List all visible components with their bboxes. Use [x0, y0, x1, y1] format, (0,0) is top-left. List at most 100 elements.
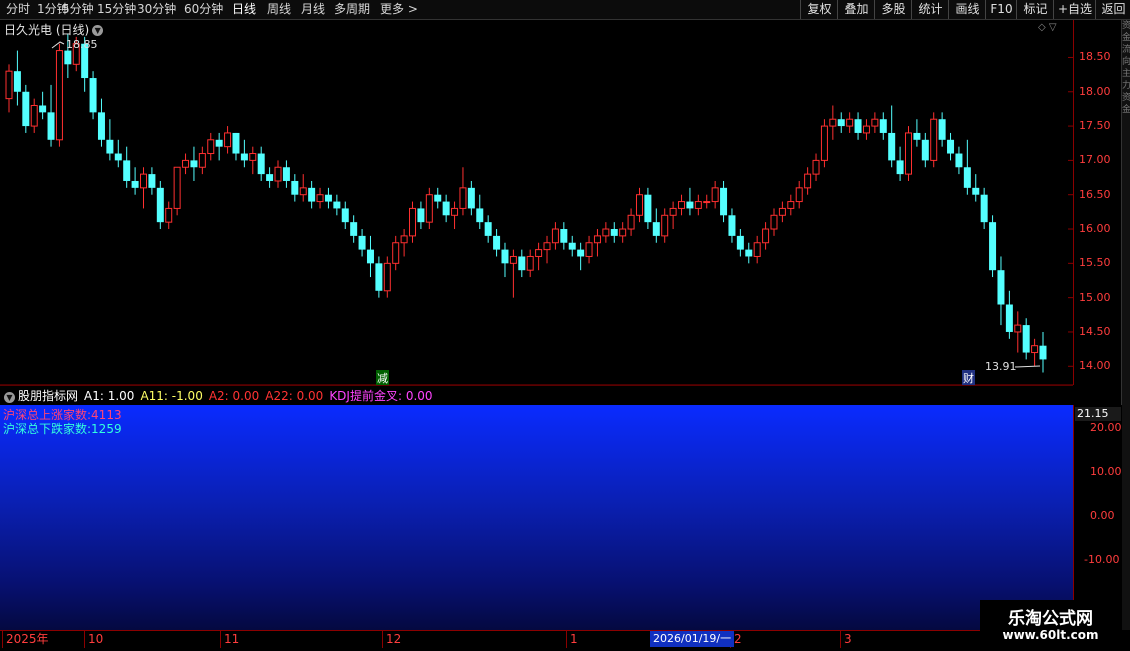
period-tab-4[interactable]: 30分钟 — [137, 1, 176, 18]
side-strip-char: 金 — [1122, 33, 1130, 43]
candle-body — [837, 119, 845, 127]
indicator-param: A1: 1.00 — [84, 389, 135, 403]
candle-body — [501, 249, 509, 264]
candle-body — [232, 132, 240, 154]
watermark: 乐淘公式网 www.60lt.com — [980, 600, 1121, 648]
candle-body — [358, 235, 366, 250]
candle-body — [39, 105, 47, 113]
indicator-panel: 沪深总上涨家数:4113 沪深总下跌家数:1259 — [0, 405, 1073, 630]
candle-body — [518, 256, 526, 271]
indicator-param: A11: -1.00 — [140, 389, 203, 403]
price-tick: 14.00 — [1079, 359, 1111, 373]
candle-body — [165, 207, 173, 223]
candle-body — [22, 91, 30, 127]
period-tab-9[interactable]: 多周期 — [334, 1, 370, 18]
candle-body — [627, 214, 635, 230]
diamond-icon[interactable]: ◇ ▽ — [1038, 22, 1057, 33]
toolbar-button-4[interactable]: 画线 — [948, 0, 986, 19]
toolbar-button-1[interactable]: 叠加 — [837, 0, 875, 19]
time-label: 10 — [84, 630, 103, 648]
chevron-down-icon[interactable]: ▼ — [92, 25, 104, 36]
period-tab-0[interactable]: 分时 — [6, 1, 30, 18]
candle-body — [47, 112, 55, 140]
candle-body — [795, 187, 803, 203]
candle-body — [661, 214, 669, 237]
indicator-tick: -10.00 — [1084, 553, 1120, 567]
candle-body — [770, 214, 778, 230]
candle-body — [980, 194, 988, 223]
candle-body — [955, 153, 963, 168]
toolbar-button-3[interactable]: 统计 — [911, 0, 949, 19]
toolbar-button-6[interactable]: 标记 — [1016, 0, 1054, 19]
period-tab-8[interactable]: 月线 — [301, 1, 325, 18]
price-tick: 16.00 — [1079, 222, 1111, 236]
candle-body — [930, 118, 938, 161]
price-tick: 18.50 — [1079, 50, 1111, 64]
period-tab-7[interactable]: 周线 — [267, 1, 291, 18]
time-axis — [0, 630, 1121, 651]
candle-body — [921, 139, 929, 161]
indicator-tick: 10.00 — [1090, 464, 1122, 478]
toolbar-button-5[interactable]: F10 — [985, 0, 1017, 19]
candle-body — [291, 180, 299, 195]
candle-body — [989, 222, 997, 271]
toolbar-button-7[interactable]: +自选 — [1053, 0, 1096, 19]
period-tab-6[interactable]: 日线 — [232, 1, 256, 18]
candle-body — [89, 78, 97, 113]
candle-body — [812, 159, 820, 175]
side-strip-char: 主 — [1122, 69, 1130, 79]
price-tick: 18.00 — [1079, 84, 1111, 98]
time-label: 12 — [382, 630, 401, 648]
candle-body — [694, 201, 702, 209]
candle-body — [97, 112, 105, 140]
indicator-top-value: 21.15 — [1075, 407, 1121, 421]
period-tab-10[interactable]: 更多 > — [380, 1, 418, 18]
period-tab-3[interactable]: 15分钟 — [97, 1, 136, 18]
low-price-label: 13.91 — [985, 360, 1017, 373]
time-label: 2025年 — [2, 630, 49, 648]
price-tick: 15.50 — [1079, 256, 1111, 270]
finance-marker: 财 — [962, 370, 975, 386]
candle-body — [274, 166, 282, 182]
stock-name: 日久光电 (日线) — [4, 23, 90, 37]
price-tick: 15.00 — [1079, 290, 1111, 304]
price-tick: 14.50 — [1079, 324, 1111, 338]
period-tab-5[interactable]: 60分钟 — [184, 1, 223, 18]
indicator-name: 股朋指标网 — [18, 389, 79, 403]
candle-body — [417, 208, 425, 223]
toolbar-button-8[interactable]: 返回 — [1095, 0, 1130, 19]
candle-body — [1014, 324, 1022, 333]
candle-body — [728, 215, 736, 236]
candle-body — [904, 132, 912, 175]
candle-body — [249, 153, 257, 161]
indicator-param: KDJ提前金叉: 0.00 — [329, 389, 433, 403]
candle-body — [577, 249, 585, 257]
candle-body — [896, 160, 904, 175]
candle-body — [551, 228, 559, 244]
candle-body — [829, 118, 837, 127]
toolbar-button-0[interactable]: 复权 — [800, 0, 838, 19]
candle-body — [333, 201, 341, 209]
candle-body — [366, 249, 374, 264]
candle-body — [476, 208, 484, 223]
candle-body — [13, 71, 21, 92]
candle-body — [997, 270, 1005, 305]
candle-body — [1005, 304, 1013, 332]
candle-body — [341, 208, 349, 223]
time-label: 3 — [840, 630, 852, 648]
indicator-menu-icon[interactable]: ▼ — [4, 392, 15, 403]
candle-body — [467, 187, 475, 209]
price-tick: 17.00 — [1079, 153, 1111, 167]
toolbar-button-2[interactable]: 多股 — [874, 0, 912, 19]
side-strip-char: 资 — [1122, 21, 1130, 31]
candle-body — [526, 255, 534, 271]
candle-body — [451, 207, 459, 216]
candle-body — [207, 139, 215, 155]
candle-body — [720, 187, 728, 216]
candle-body — [493, 235, 501, 250]
candle-body — [972, 187, 980, 195]
period-tab-2[interactable]: 5分钟 — [62, 1, 94, 18]
candle-body — [266, 174, 274, 181]
cursor-date: 2026/01/19/一 — [650, 631, 735, 647]
candle-body — [913, 132, 921, 140]
